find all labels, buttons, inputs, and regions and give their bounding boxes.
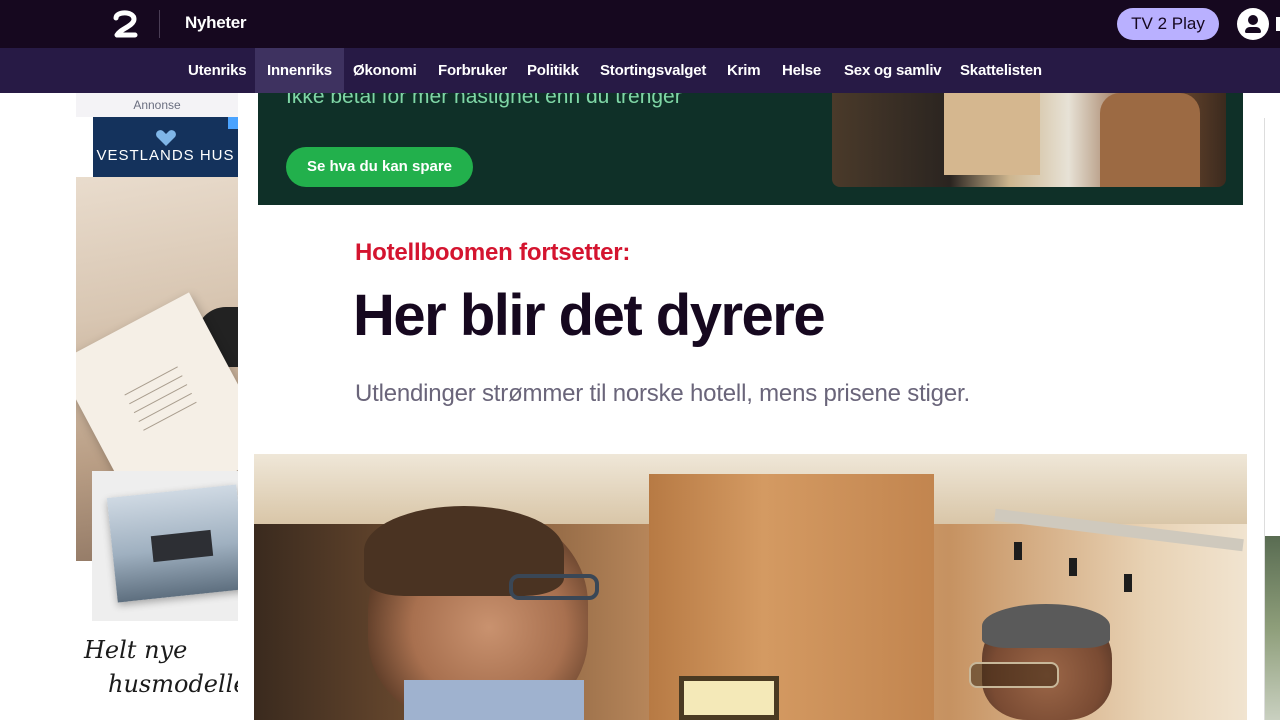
hero-person-left-shirt (404, 680, 584, 720)
menu-icon[interactable] (1276, 17, 1280, 31)
article-lead: Utlendinger strømmer til norske hotell, … (355, 380, 970, 407)
hero-glasses (509, 574, 599, 600)
user-icon[interactable] (1237, 8, 1269, 40)
nav-item-politikk[interactable]: Politikk (515, 48, 591, 93)
banner-ad-box (944, 93, 1040, 175)
banner-ad[interactable]: Ikke betal for mer hastighet enn du tren… (258, 93, 1243, 205)
hero-person-right-hair (982, 604, 1110, 648)
heart-icon (156, 130, 176, 146)
hero-sunglasses (969, 662, 1059, 688)
article-hero-image[interactable] (254, 454, 1247, 720)
section-title-link[interactable]: Nyheter (185, 13, 247, 33)
ad-choices-icon[interactable] (228, 117, 238, 129)
nav-item-okonomi[interactable]: Økonomi (341, 48, 429, 93)
category-nav: Utenriks Innenriks Økonomi Forbruker Pol… (0, 48, 1280, 93)
ad-script-text: Helt nye husmodeller (84, 633, 238, 701)
banner-ad-person (1100, 93, 1200, 187)
banner-ad-photo (832, 93, 1226, 187)
nav-item-utenriks[interactable]: Utenriks (176, 48, 258, 93)
article-kicker: Hotellboomen fortsetter: (355, 239, 631, 266)
header-divider (159, 10, 160, 38)
nav-item-forbruker[interactable]: Forbruker (426, 48, 519, 93)
nav-item-innenriks[interactable]: Innenriks (255, 48, 344, 93)
tv2-play-button[interactable]: TV 2 Play (1117, 8, 1219, 40)
user-icon-head (1248, 15, 1258, 25)
ad-brand-logo: VESTLANDS HUS (93, 117, 238, 177)
nav-item-skattelisten[interactable]: Skattelisten (948, 48, 1054, 93)
hero-lamp (1069, 558, 1077, 576)
tv2-logo-icon[interactable] (112, 9, 138, 39)
nav-item-helse[interactable]: Helse (770, 48, 833, 93)
left-ad[interactable]: Annonse VESTLANDS HUS Helt nye husmodell… (76, 93, 238, 720)
right-ad-image (1265, 536, 1280, 720)
ad-script-line2: husmodeller (108, 670, 238, 698)
hero-lamp (1014, 542, 1022, 560)
nav-item-sex-og-samliv[interactable]: Sex og samliv (832, 48, 953, 93)
right-ad[interactable] (1264, 118, 1280, 720)
ad-brand-text: VESTLANDS HUS (96, 147, 235, 164)
nav-item-krim[interactable]: Krim (715, 48, 772, 93)
hero-reception-screen (679, 676, 779, 720)
top-bar: Nyheter TV 2 Play (0, 0, 1280, 48)
banner-ad-button[interactable]: Se hva du kan spare (286, 147, 473, 187)
article-headline[interactable]: Her blir det dyrere (353, 282, 826, 349)
ad-label: Annonse (76, 93, 238, 117)
ad-script-line1: Helt nye (84, 636, 188, 664)
banner-ad-text: Ikke betal for mer hastighet enn du tren… (286, 93, 682, 108)
nav-item-stortingsvalget[interactable]: Stortingsvalget (588, 48, 718, 93)
user-icon-body (1245, 27, 1261, 33)
ad-catalog-image (92, 471, 238, 621)
hero-lamp (1124, 574, 1132, 592)
